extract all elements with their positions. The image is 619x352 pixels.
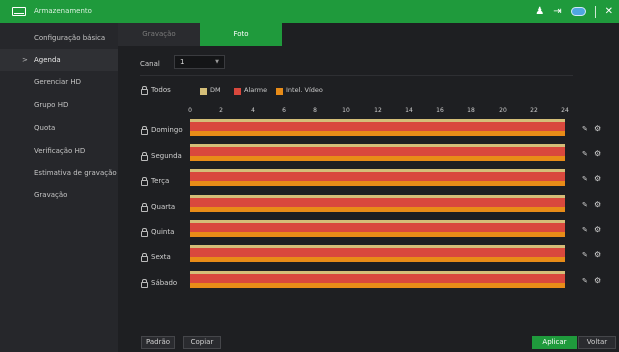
legend-label-alarme: Alarme [244,86,268,94]
time-tick: 22 [530,107,538,114]
sidebar-item-label: Verificação HD [34,147,86,155]
sidebar-item-estimativa-gravacao[interactable]: Estimativa de gravação [0,162,118,184]
time-tick: 6 [282,107,286,114]
canal-label: Canal [140,60,160,68]
lock-icon[interactable] [141,152,148,161]
tab-foto[interactable]: Foto [200,23,282,46]
schedule-bar-domingo[interactable] [190,119,565,136]
sidebar-item-label: Quota [34,124,56,132]
schedule-bar-segunda[interactable] [190,144,565,161]
sidebar-item-configuracao-basica[interactable]: Configuração básica [0,27,118,49]
time-tick: 10 [342,107,350,114]
lock-icon[interactable] [141,86,148,95]
sidebar-item-label: Gerenciar HD [34,78,82,86]
window-title: Armazenamento [34,7,92,15]
apply-button[interactable]: Aplicar [532,336,577,349]
schedule-bar-sabado[interactable] [190,271,565,288]
gear-icon[interactable]: ⚙ [594,225,601,234]
todos-label: Todos [151,86,171,94]
day-label-sexta: Sexta [151,253,171,261]
lock-icon[interactable] [141,279,148,288]
time-tick: 20 [499,107,507,114]
edit-icon[interactable]: ✎ [582,226,588,234]
divider [140,75,573,76]
legend-swatch-dm[interactable] [200,88,207,95]
sidebar-item-label: Grupo HD [34,101,69,109]
gear-icon[interactable]: ⚙ [594,250,601,259]
cloud-icon[interactable] [570,7,586,16]
time-tick: 0 [188,107,192,114]
schedule-bar-sexta[interactable] [190,245,565,262]
lock-icon[interactable] [141,126,148,135]
legend-swatch-alarme[interactable] [234,88,241,95]
edit-icon[interactable]: ✎ [582,125,588,133]
title-bar-icons: ♟ ⇥ ✕ [535,4,613,19]
schedule-bar-quarta[interactable] [190,195,565,212]
edit-icon[interactable]: ✎ [582,251,588,259]
day-label-terca: Terça [151,177,170,185]
sidebar: Configuração básica > Agenda Gerenciar HD… [0,23,118,352]
sidebar-item-agenda[interactable]: > Agenda [0,49,118,71]
schedule-bar-quinta[interactable] [190,220,565,237]
day-label-domingo: Domingo [151,126,183,134]
sidebar-item-label: Gravação [34,191,68,199]
close-icon[interactable]: ✕ [605,4,613,19]
day-label-segunda: Segunda [151,152,182,160]
gear-icon[interactable]: ⚙ [594,200,601,209]
tab-gravacao[interactable]: Gravação [118,23,200,46]
time-tick: 18 [467,107,475,114]
logout-icon[interactable]: ⇥ [553,4,561,19]
legend-label-dm: DM [210,86,221,94]
time-tick: 14 [405,107,413,114]
sidebar-item-verificacao-hd[interactable]: Verificação HD [0,140,118,162]
canal-value: 1 [180,58,185,66]
lock-icon[interactable] [141,203,148,212]
time-tick: 8 [313,107,317,114]
legend-swatch-intel-video[interactable] [276,88,283,95]
time-tick: 12 [374,107,382,114]
time-tick: 16 [436,107,444,114]
lock-icon[interactable] [141,228,148,237]
gear-icon[interactable]: ⚙ [594,149,601,158]
day-label-sabado: Sábado [151,279,178,287]
copy-button[interactable]: Copiar [183,336,221,349]
chevron-right-icon: > [22,56,28,64]
sidebar-item-quota[interactable]: Quota [0,117,118,139]
storage-icon [12,7,26,16]
sidebar-item-gerenciar-hd[interactable]: Gerenciar HD [0,71,118,93]
legend-label-intel-video: Intel. Vídeo [286,86,323,94]
users-icon[interactable]: ♟ [535,4,544,19]
gear-icon[interactable]: ⚙ [594,276,601,285]
main-panel: Gravação Foto Canal 1 ▼ Todos DM Alarme … [118,23,619,352]
default-button[interactable]: Padrão [141,336,175,349]
sidebar-item-label: Estimativa de gravação [34,169,117,177]
lock-icon[interactable] [141,253,148,262]
edit-icon[interactable]: ✎ [582,201,588,209]
time-tick: 2 [219,107,223,114]
edit-icon[interactable]: ✎ [582,277,588,285]
time-tick: 24 [561,107,569,114]
sidebar-item-label: Agenda [34,56,61,64]
back-button[interactable]: Voltar [578,336,616,349]
day-label-quinta: Quinta [151,228,175,236]
toolbar-separator [594,5,596,18]
day-label-quarta: Quarta [151,203,176,211]
gear-icon[interactable]: ⚙ [594,174,601,183]
canal-select[interactable]: 1 ▼ [174,55,225,69]
edit-icon[interactable]: ✎ [582,175,588,183]
sidebar-item-label: Configuração básica [34,34,106,42]
sidebar-item-grupo-hd[interactable]: Grupo HD [0,94,118,116]
title-bar: Armazenamento ♟ ⇥ ✕ [0,0,619,23]
sidebar-item-gravacao[interactable]: Gravação [0,184,118,206]
schedule-bar-terca[interactable] [190,169,565,186]
time-tick: 4 [251,107,255,114]
edit-icon[interactable]: ✎ [582,150,588,158]
gear-icon[interactable]: ⚙ [594,124,601,133]
chevron-down-icon: ▼ [215,59,219,65]
lock-icon[interactable] [141,177,148,186]
